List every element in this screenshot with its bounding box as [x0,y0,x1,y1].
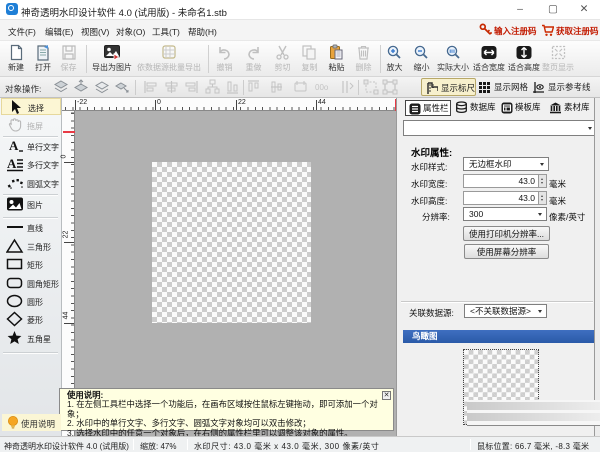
svg-text:00o: 00o [315,83,329,92]
svg-text:A: A [9,138,19,153]
svg-text:A: A [7,156,17,171]
